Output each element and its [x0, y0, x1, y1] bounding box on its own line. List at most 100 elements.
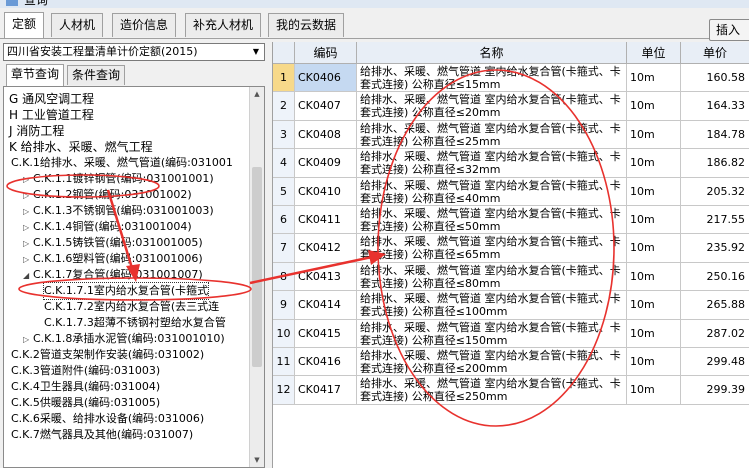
quota-library-value: 四川省安装工程量清单计价定额(2015) [7, 45, 198, 58]
row-number: 2 [273, 92, 295, 121]
cell-unit: 10m [627, 92, 681, 121]
cell-price: 265.88 [681, 291, 749, 320]
expand-arrow-icon[interactable]: ▷ [23, 188, 33, 204]
tree-item[interactable]: C.K.1.7.3超薄不锈钢衬塑给水复合管 [44, 315, 226, 331]
cell-unit: 10m [627, 291, 681, 320]
tree-item[interactable]: C.K.5供暖器具(编码:031005) [11, 395, 160, 411]
scrollbar-thumb[interactable] [252, 167, 262, 367]
cell-name: 给排水、采暖、燃气管道 室内给水复合管(卡箍式、卡套式连接) 公称直径≤200m… [357, 348, 627, 377]
cell-code: CK0412 [295, 234, 357, 263]
tree-item[interactable]: C.K.7燃气器具及其他(编码:031007) [11, 427, 193, 443]
tree-item[interactable]: J 消防工程 [9, 123, 64, 139]
window-title: 查询 [24, 0, 49, 7]
cell-price: 250.16 [681, 263, 749, 292]
quota-library-select[interactable]: 四川省安装工程量清单计价定额(2015) ▼ [3, 43, 265, 61]
cell-code: CK0411 [295, 206, 357, 235]
tab-supplement[interactable]: 补充人材机 [185, 13, 262, 37]
scroll-down-arrow-icon[interactable]: ▼ [250, 453, 264, 467]
chapter-tree: G 通风空调工程 H 工业管道工程 J 消防工程 K 给排水、采暖、燃气工程 C… [3, 86, 265, 468]
expand-arrow-icon[interactable]: ▷ [23, 236, 33, 252]
cell-code: CK0416 [295, 348, 357, 377]
tree-item[interactable]: G 通风空调工程 [9, 91, 94, 107]
tree-item[interactable]: C.K.1给排水、采暖、燃气管道(编码:031001 [11, 155, 233, 171]
row-number: 4 [273, 149, 295, 178]
cell-unit: 10m [627, 206, 681, 235]
row-number: 1 [273, 64, 295, 93]
cell-price: 217.55 [681, 206, 749, 235]
cell-name: 给排水、采暖、燃气管道 室内给水复合管(卡箍式、卡套式连接) 公称直径≤65mm [357, 234, 627, 263]
tree-item[interactable]: ▷ C.K.1.5铸铁管(编码:031001005) [23, 235, 203, 251]
cell-price: 186.82 [681, 149, 749, 178]
tree-item[interactable]: ▷ C.K.1.4铜管(编码:031001004) [23, 219, 192, 235]
tree-item[interactable]: ▷ C.K.1.1镀锌钢管(编码:031001001) [23, 171, 214, 187]
tree-item[interactable]: C.K.3管道附件(编码:031003) [11, 363, 160, 379]
expand-arrow-icon[interactable]: ▷ [23, 332, 33, 348]
tree-item[interactable]: C.K.6采暖、给排水设备(编码:031006) [11, 411, 204, 427]
tree-item[interactable]: ▷ C.K.1.6塑料管(编码:031001006) [23, 251, 203, 267]
tab-chapter-query[interactable]: 章节查询 [6, 64, 65, 86]
cell-name: 给排水、采暖、燃气管道 室内给水复合管(卡箍式、卡套式连接) 公称直径≤32mm [357, 149, 627, 178]
cell-code: CK0417 [295, 376, 357, 405]
insert-button[interactable]: 插入 [709, 19, 749, 41]
app-icon [6, 0, 18, 6]
tree-item[interactable]: C.K.1.7.2室内给水复合管(去三式连 [44, 299, 219, 315]
cell-price: 235.92 [681, 234, 749, 263]
expand-arrow-icon[interactable]: ▷ [23, 252, 33, 268]
cell-code: CK0408 [295, 120, 357, 150]
column-header-unit[interactable]: 单位 [627, 42, 681, 64]
tree-item[interactable]: C.K.2管道支架制作安装(编码:031002) [11, 347, 204, 363]
column-header-price[interactable]: 单价 [681, 42, 749, 64]
cell-price: 205.32 [681, 178, 749, 206]
tree-item-selected[interactable]: C.K.1.7.1室内给水复合管(卡箍式 [42, 282, 210, 300]
cell-unit: 10m [627, 64, 681, 93]
tree-item[interactable]: C.K.4卫生器具(编码:031004) [11, 379, 160, 395]
cell-code: CK0409 [295, 149, 357, 178]
row-number: 9 [273, 291, 295, 320]
cell-name: 给排水、采暖、燃气管道 室内给水复合管(卡箍式、卡套式连接) 公称直径≤250m… [357, 376, 627, 405]
scroll-up-arrow-icon[interactable]: ▲ [250, 87, 264, 101]
expand-arrow-icon[interactable]: ▷ [23, 220, 33, 236]
chevron-down-icon[interactable]: ▼ [248, 44, 264, 60]
cell-code: CK0415 [295, 319, 357, 348]
expand-arrow-icon[interactable]: ▷ [23, 172, 33, 188]
quota-table: 编码 名称 单位 单价 1 CK0406 给排水、采暖、燃气管道 室内给水复合管(卡… [272, 42, 749, 468]
column-header-code[interactable]: 编码 [295, 42, 357, 64]
cell-unit: 10m [627, 319, 681, 348]
cell-name: 给排水、采暖、燃气管道 室内给水复合管(卡箍式、卡套式连接) 公称直径≤150m… [357, 319, 627, 348]
cell-code: CK0407 [295, 92, 357, 121]
row-number: 11 [273, 348, 295, 377]
expand-arrow-icon[interactable]: ▷ [23, 204, 33, 220]
row-number: 3 [273, 120, 295, 150]
tree-item[interactable]: K 给排水、采暖、燃气工程 [9, 139, 153, 155]
cell-unit: 10m [627, 177, 681, 206]
window-titlebar: 查询 [0, 0, 749, 8]
cell-code: CK0406 [295, 64, 357, 93]
tree-item[interactable]: H 工业管道工程 [9, 107, 94, 123]
cell-name: 给排水、采暖、燃气管道 室内给水复合管(卡箍式、卡套式连接) 公称直径≤20mm [357, 92, 627, 121]
row-number: 8 [273, 262, 295, 292]
tree-item[interactable]: ◢ C.K.1.7复合管(编码:031001007) [23, 267, 203, 283]
tab-cloud-data[interactable]: 我的云数据 [268, 13, 345, 37]
cell-price: 164.33 [681, 92, 749, 121]
tab-labor-material-machine[interactable]: 人材机 [51, 13, 104, 37]
collapse-arrow-icon[interactable]: ◢ [23, 268, 33, 284]
column-header-name[interactable]: 名称 [357, 42, 627, 64]
tree-item[interactable]: ▷ C.K.1.3不锈钢管(编码:031001003) [23, 203, 214, 219]
tree-item[interactable]: ▷ C.K.1.8承插水泥管(编码:031001010) [23, 331, 225, 347]
tab-cost-info[interactable]: 造价信息 [112, 13, 177, 37]
cell-name: 给排水、采暖、燃气管道 室内给水复合管(卡箍式、卡套式连接) 公称直径≤15mm [357, 64, 627, 93]
tree-scrollbar[interactable]: ▲ ▼ [249, 87, 264, 467]
tree-item[interactable]: ▷ C.K.1.2钢管(编码:031001002) [23, 187, 192, 203]
cell-name: 给排水、采暖、燃气管道 室内给水复合管(卡箍式、卡套式连接) 公称直径≤25mm [357, 120, 627, 150]
cell-name: 给排水、采暖、燃气管道 室内给水复合管(卡箍式、卡套式连接) 公称直径≤40mm [357, 177, 627, 206]
tab-condition-query[interactable]: 条件查询 [67, 65, 126, 85]
cell-price: 299.39 [681, 376, 749, 405]
cell-name: 给排水、采暖、燃气管道 室内给水复合管(卡箍式、卡套式连接) 公称直径≤80mm [357, 262, 627, 292]
row-number: 10 [273, 319, 295, 348]
cell-unit: 10m [627, 234, 681, 263]
cell-price: 184.78 [681, 121, 749, 150]
cell-price: 287.02 [681, 320, 749, 348]
tab-quota[interactable]: 定额 [4, 12, 45, 38]
cell-price: 160.58 [681, 64, 749, 93]
cell-unit: 10m [627, 262, 681, 292]
